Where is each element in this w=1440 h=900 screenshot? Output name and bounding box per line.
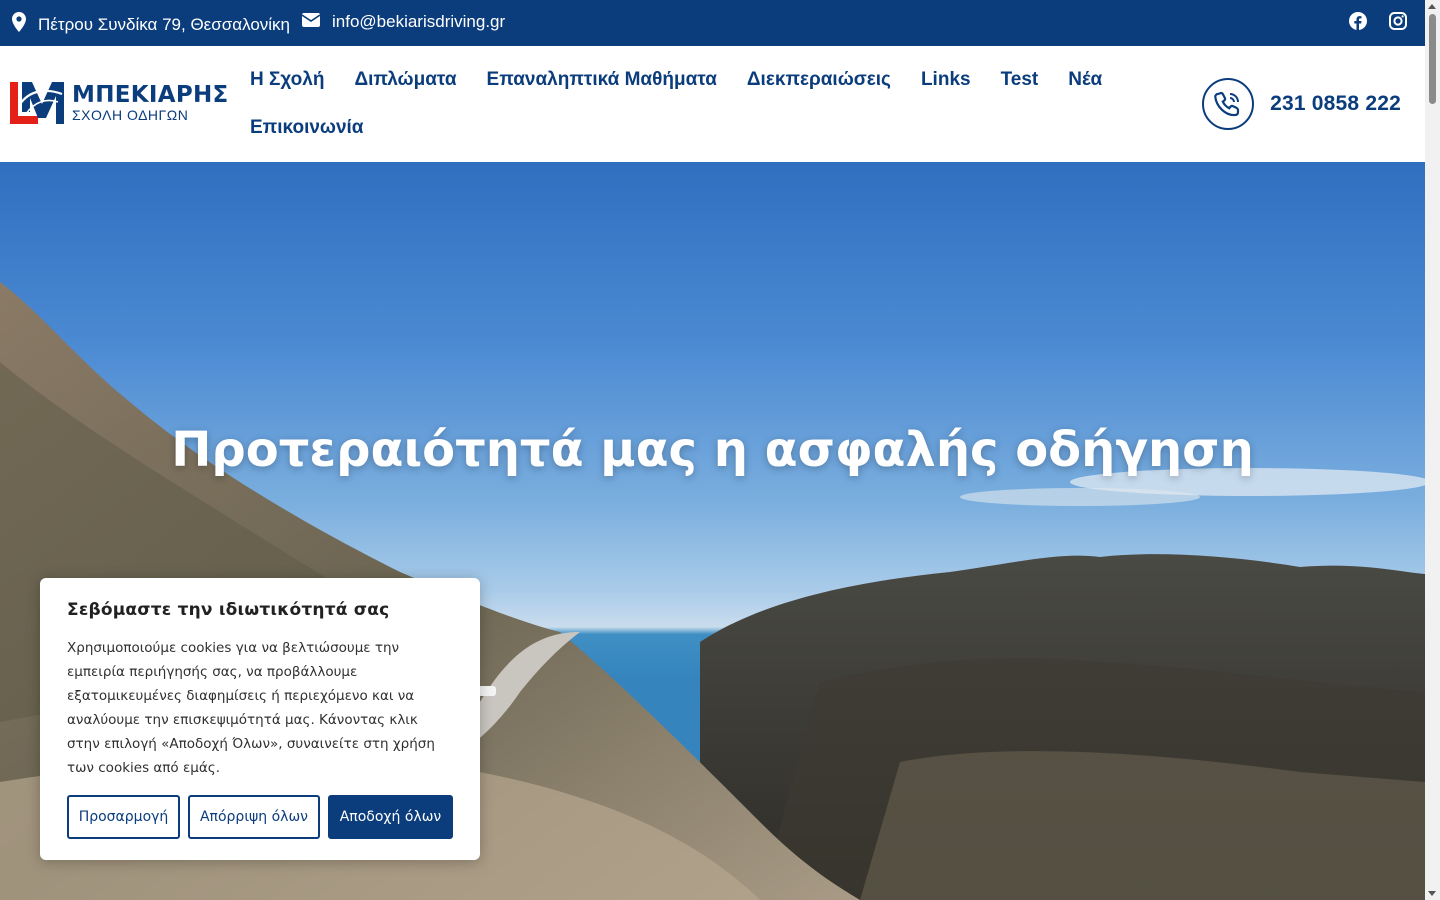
cookie-buttons: Προσαρμογή Απόρριψη όλων Αποδοχή όλων [67, 795, 453, 839]
phone-number[interactable]: 231 0858 222 [1270, 92, 1401, 116]
instagram-icon[interactable] [1389, 12, 1407, 34]
accept-all-button[interactable]: Αποδοχή όλων [328, 795, 453, 839]
address-text: Πέτρου Συνδίκα 79, Θεσσαλονίκη [38, 14, 291, 34]
address-info: Πέτρου Συνδίκα 79, Θεσσαλονίκη [12, 12, 290, 37]
cookie-title: Σεβόμαστε την ιδιωτικότητά σας [67, 600, 390, 620]
email-info[interactable]: info@bekiarisdriving.gr [301, 12, 505, 32]
hero-title: Προτεραιότητά μας η ασφαλής οδήγηση [171, 422, 1254, 478]
site-header: ΜΠΕΚΙΑΡΗΣ ΣΧΟΛΗ ΟΔΗΓΩΝ Η Σχολή Διπλώματα… [0, 46, 1425, 162]
nav-item-procedures[interactable]: Διεκπεραιώσεις [747, 69, 891, 91]
main-navigation: Η Σχολή Διπλώματα Επαναληπτικά Μαθήματα … [250, 56, 1130, 152]
nav-item-contact[interactable]: Επικοινωνία [250, 117, 364, 139]
logo-text: ΜΠΕΚΙΑΡΗΣ ΣΧΟΛΗ ΟΔΗΓΩΝ [72, 83, 229, 123]
cookie-consent-dialog: Σεβόμαστε την ιδιωτικότητά σας Χρησιμοπο… [40, 578, 480, 860]
map-pin-icon [12, 12, 26, 37]
envelope-icon [301, 12, 321, 32]
nav-item-refresher-lessons[interactable]: Επαναληπτικά Μαθήματα [487, 69, 717, 91]
phone-contact[interactable]: 231 0858 222 [1202, 78, 1401, 130]
nav-item-school[interactable]: Η Σχολή [250, 69, 324, 91]
nav-item-news[interactable]: Νέα [1068, 69, 1102, 91]
logo-subtitle: ΣΧΟΛΗ ΟΔΗΓΩΝ [72, 107, 189, 123]
nav-item-test[interactable]: Test [1001, 69, 1039, 91]
scroll-thumb[interactable] [1429, 14, 1436, 104]
top-info-bar: Πέτρου Συνδίκα 79, Θεσσαλονίκη info@beki… [0, 0, 1425, 46]
logo-title: ΜΠΕΚΙΑΡΗΣ [72, 82, 229, 108]
logo-mark-icon [10, 80, 66, 126]
nav-row-2: Επικοινωνία [250, 104, 1130, 152]
nav-item-licenses[interactable]: Διπλώματα [354, 69, 456, 91]
nav-item-links[interactable]: Links [921, 69, 971, 91]
scroll-down-arrow-icon[interactable] [1428, 891, 1436, 896]
customize-button[interactable]: Προσαρμογή [67, 795, 180, 839]
site-logo[interactable]: ΜΠΕΚΙΑΡΗΣ ΣΧΟΛΗ ΟΔΗΓΩΝ [10, 80, 229, 126]
page-scrollbar[interactable] [1425, 0, 1440, 900]
nav-row-1: Η Σχολή Διπλώματα Επαναληπτικά Μαθήματα … [250, 56, 1130, 104]
reject-all-button[interactable]: Απόρριψη όλων [188, 795, 320, 839]
social-links [1349, 12, 1407, 34]
scroll-up-arrow-icon[interactable] [1428, 4, 1436, 9]
facebook-icon[interactable] [1349, 12, 1367, 34]
phone-icon [1202, 78, 1255, 130]
cookie-text: Χρησιμοποιούμε cookies για να βελτιώσουμ… [67, 640, 435, 776]
email-text[interactable]: info@bekiarisdriving.gr [332, 12, 505, 32]
